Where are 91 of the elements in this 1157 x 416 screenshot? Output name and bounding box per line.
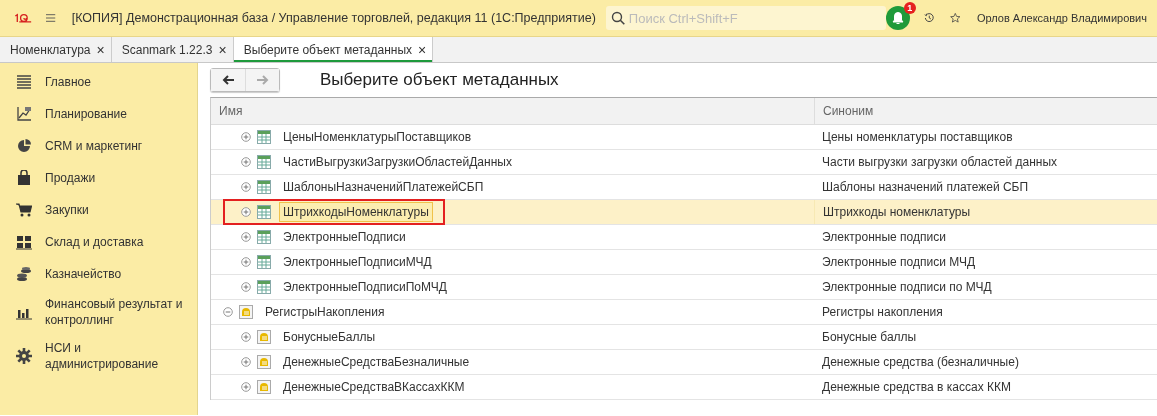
table-row[interactable]: РегистрыНакопления Регистры накопления (211, 300, 1157, 325)
table-row[interactable]: ДенежныеСредстваВКассахККМ Денежные средства в кассах ККМ (211, 375, 1157, 400)
table-cell: ШтрихкодыНоменклатуры (279, 202, 433, 222)
expand-icon[interactable] (241, 232, 251, 242)
tab[interactable]: Номенклатура × (0, 37, 112, 62)
expand-icon[interactable] (241, 282, 251, 292)
sidebar-item[interactable]: Главное (0, 66, 197, 98)
expand-icon[interactable] (241, 207, 251, 217)
sidebar-item[interactable]: НСИ и администрирование (0, 334, 197, 378)
table-cell-text: БонусныеБаллы (282, 329, 377, 346)
table-cell: Электронные подписи МЧД (822, 255, 976, 269)
table-row[interactable]: ЦеныНоменклатурыПоставщиков Цены номенклатуры поставщиков (211, 125, 1157, 150)
table-cell-text: ЧастиВыгрузкиЗагрузкиОбластейДанных (282, 154, 513, 171)
settings-icon (16, 348, 32, 364)
expand-icon[interactable] (241, 257, 251, 267)
window-title: [КОПИЯ] Демонстрационная база / Управление торговлей, редакция 11 (1С:Предприятие) (71, 11, 596, 25)
list-icon (16, 74, 32, 90)
table-icon (257, 155, 271, 169)
table-icon (257, 255, 271, 269)
pie-icon (16, 138, 32, 154)
table-icon (257, 130, 271, 144)
expand-icon[interactable] (241, 157, 251, 167)
expand-icon[interactable] (241, 132, 251, 142)
table-icon (257, 230, 271, 244)
table-cell-text: ШаблоныНазначенийПлатежейСБП (282, 179, 485, 196)
collapse-icon[interactable] (223, 307, 233, 317)
left-arrow-icon (222, 75, 234, 85)
close-button[interactable]: × (96, 41, 105, 58)
register-icon (257, 380, 271, 394)
user-name[interactable]: Орлов Александр Владимирович (976, 12, 1147, 24)
table-cell-text: ЭлектронныеПодписи (282, 229, 407, 246)
sidebar-item[interactable]: Планирование (0, 98, 197, 130)
table-cell-text: ДенежныеСредстваВКассахККМ (282, 379, 466, 396)
table-row[interactable]: ЭлектронныеПодписи Электронные подписи (211, 225, 1157, 250)
table-cell: Электронные подписи (822, 230, 946, 244)
table-row[interactable]: БонусныеБаллы Бонусные баллы (211, 325, 1157, 350)
sidebar-item[interactable]: Финансовый результат и контроллинг (0, 290, 197, 334)
menu-icon[interactable] (46, 12, 56, 24)
close-button[interactable]: × (418, 41, 427, 58)
table-cell-text: ЭлектронныеПодписиМЧД (282, 254, 433, 271)
register-icon (257, 355, 271, 369)
table-cell: Части выгрузки загрузки областей данных (822, 155, 1058, 169)
table-row[interactable]: ДенежныеСредстваБезналичные Денежные средства (безналичные) (211, 350, 1157, 375)
sidebar-item[interactable]: CRM и маркетинг (0, 130, 197, 162)
table-cell: Бонусные баллы (822, 330, 917, 344)
logo-icon[interactable] (14, 11, 33, 25)
grid-icon (16, 234, 32, 250)
search-field[interactable]: Поиск Ctrl+Shift+F (605, 6, 886, 30)
close-button[interactable]: × (218, 41, 227, 58)
chart-icon (16, 106, 32, 122)
table-cell-text: ДенежныеСредстваБезналичные (282, 354, 471, 371)
table-cell-text: ЭлектронныеПодписиПоМЧД (282, 279, 448, 296)
tab[interactable]: Scanmark 1.22.3 × (111, 37, 234, 62)
expand-icon[interactable] (241, 357, 251, 367)
table-icon (257, 205, 271, 219)
coins-icon (16, 266, 32, 282)
table-cell: Штрихкоды номенклатуры (823, 205, 971, 219)
sidebar-item[interactable]: Казначейство (0, 258, 197, 290)
bell-icon[interactable] (885, 6, 910, 30)
table-cell: Денежные средства (безналичные) (822, 355, 1019, 369)
table-cell: Регистры накопления (822, 305, 943, 319)
back-button[interactable] (211, 69, 245, 91)
table-cell-text: ЦеныНоменклатурыПоставщиков (282, 129, 472, 146)
expand-icon[interactable] (241, 382, 251, 392)
sidebar-item[interactable]: Продажи (0, 162, 197, 194)
table-icon (257, 180, 271, 194)
sidebar-item[interactable]: Закупки (0, 194, 197, 226)
table-row[interactable]: ЧастиВыгрузкиЗагрузкиОбластейДанных Части выгрузки загрузки областей данных (211, 150, 1157, 175)
table-cell: Денежные средства в кассах ККМ (822, 380, 1011, 394)
column-header[interactable]: Имя (211, 98, 814, 124)
form-title: Выберите объект метаданных (320, 70, 559, 90)
table-icon (257, 280, 271, 294)
table-cell-text: РегистрыНакопления (264, 304, 386, 321)
expand-icon[interactable] (241, 332, 251, 342)
table-row[interactable]: ШтрихкодыНоменклатуры Штрихкоды номенклатуры (211, 200, 1157, 225)
bag-icon (16, 170, 32, 186)
right-arrow-icon (256, 75, 269, 85)
notification-badge: 1 (903, 2, 916, 14)
table-cell: Шаблоны назначений платежей СБП (822, 180, 1029, 194)
table-row[interactable]: ЭлектронныеПодписиМЧД Электронные подписи МЧД (211, 250, 1157, 275)
cart-icon (16, 202, 32, 218)
register-icon (257, 330, 271, 344)
column-header[interactable]: Синоним (814, 98, 1157, 124)
register-icon (239, 305, 253, 319)
star-icon[interactable] (950, 10, 961, 26)
table-row[interactable]: ЭлектронныеПодписиПоМЧД Электронные подписи по МЧД (211, 275, 1157, 300)
table-cell: Электронные подписи по МЧД (822, 280, 992, 294)
table-cell: Цены номенклатуры поставщиков (822, 130, 1013, 144)
tab[interactable]: Выберите объект метаданных × (233, 37, 434, 62)
sidebar-item[interactable]: Склад и доставка (0, 226, 197, 258)
expand-icon[interactable] (241, 182, 251, 192)
